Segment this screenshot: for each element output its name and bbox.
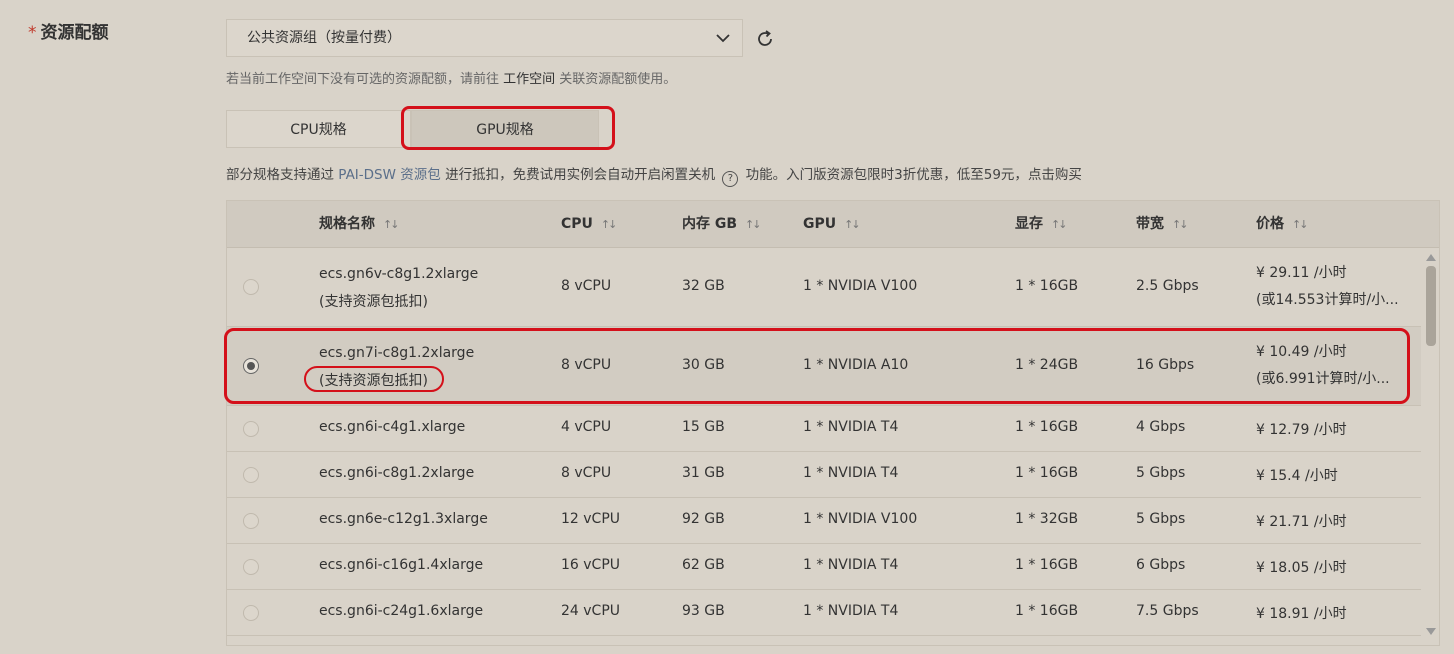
hint-text-before: 若当前工作空间下没有可选的资源配额，请前往 xyxy=(226,72,504,87)
cpu-value: 24 vCPU xyxy=(561,603,621,619)
header-price[interactable]: 价格 ↑↓ xyxy=(1256,201,1309,247)
header-spec-name[interactable]: 规格名称 ↑↓ xyxy=(319,201,400,247)
cpu-value: 16 vCPU xyxy=(561,557,621,573)
note-text-3: 功能。入门版资源包限时3折优惠，低至59元， xyxy=(741,167,1028,183)
table-row[interactable]: ecs.gn6i-c8g1.2xlarge 8 vCPU 31 GB 1 * N… xyxy=(227,452,1421,498)
spec-name: ecs.gn6v-c8g1.2xlarge xyxy=(319,266,479,282)
mem-value: 15 GB xyxy=(682,419,725,435)
gpu-tab-highlight-box xyxy=(401,106,615,150)
cpu-value: 8 vCPU xyxy=(561,278,612,294)
bandwidth-value: 6 Gbps xyxy=(1136,557,1186,573)
spec-sub: (支持资源包抵扣) xyxy=(319,294,428,310)
row-radio[interactable] xyxy=(243,279,259,295)
sort-icon[interactable]: ↑↓ xyxy=(745,218,762,231)
spec-name: ecs.gn6i-c8g1.2xlarge xyxy=(319,465,475,481)
mem-value: 32 GB xyxy=(682,278,725,294)
row-radio[interactable] xyxy=(243,421,259,437)
price-value: ¥ 12.79 /小时 xyxy=(1256,422,1347,438)
vram-value: 1 * 16GB xyxy=(1015,603,1079,619)
tab-cpu-spec[interactable]: CPU规格 xyxy=(226,110,411,148)
refresh-icon[interactable] xyxy=(754,28,776,50)
sort-icon[interactable]: ↑↓ xyxy=(844,218,861,231)
row-radio[interactable] xyxy=(243,467,259,483)
scroll-up-arrow-icon[interactable] xyxy=(1426,254,1436,261)
price-value: ¥ 15.4 /小时 xyxy=(1256,468,1338,484)
mem-value: 62 GB xyxy=(682,557,725,573)
gpu-value: 1 * NVIDIA T4 xyxy=(803,603,899,619)
bandwidth-value: 7.5 Gbps xyxy=(1136,603,1199,619)
table-row[interactable]: ecs.gn6i-c24g1.6xlarge 24 vCPU 93 GB 1 *… xyxy=(227,590,1421,636)
sort-icon[interactable]: ↑↓ xyxy=(1292,218,1309,231)
spec-note: 部分规格支持通过 PAI-DSW 资源包 进行抵扣，免费试用实例会自动开启闲置关… xyxy=(226,163,1082,187)
spec-name: ecs.gn6i-c16g1.4xlarge xyxy=(319,557,484,573)
resource-quota-label: * 资源配额 xyxy=(28,18,109,43)
resource-pack-support-highlight-oval xyxy=(304,366,444,392)
gpu-value: 1 * NVIDIA T4 xyxy=(803,465,899,481)
hint-text-after: 关联资源配额使用。 xyxy=(555,72,677,87)
price-value: ¥ 18.05 /小时 xyxy=(1256,560,1347,576)
mem-value: 31 GB xyxy=(682,465,725,481)
bandwidth-value: 4 Gbps xyxy=(1136,419,1186,435)
table-header: 规格名称 ↑↓ CPU ↑↓ 内存 GB ↑↓ GPU ↑↓ 显存 ↑↓ 带宽 ↑↓ 价格 ↑… xyxy=(227,201,1439,248)
table-scrollbar[interactable] xyxy=(1424,248,1438,640)
price-value: ¥ 21.71 /小时 xyxy=(1256,514,1347,530)
gpu-value: 1 * NVIDIA T4 xyxy=(803,557,899,573)
row-radio[interactable] xyxy=(243,605,259,621)
row-radio[interactable] xyxy=(243,559,259,575)
cpu-value: 8 vCPU xyxy=(561,465,612,481)
gpu-value: 1 * NVIDIA V100 xyxy=(803,511,918,527)
spec-table: 规格名称 ↑↓ CPU ↑↓ 内存 GB ↑↓ GPU ↑↓ 显存 ↑↓ 带宽 ↑↓ 价格 ↑… xyxy=(226,200,1440,646)
select-value: 公共资源组（按量付费） xyxy=(247,30,401,46)
gpu-value: 1 * NVIDIA V100 xyxy=(803,278,918,294)
quota-hint: 若当前工作空间下没有可选的资源配额，请前往 工作空间 关联资源配额使用。 xyxy=(226,68,676,87)
spec-name: ecs.gn6e-c12g1.3xlarge xyxy=(319,511,488,527)
table-row[interactable]: ecs.gn6i-c16g1.4xlarge 16 vCPU 62 GB 1 *… xyxy=(227,544,1421,590)
sort-icon[interactable]: ↑↓ xyxy=(601,218,618,231)
row-radio[interactable] xyxy=(243,513,259,529)
sort-icon[interactable]: ↑↓ xyxy=(1172,218,1189,231)
resource-group-select[interactable]: 公共资源组（按量付费） xyxy=(226,19,743,57)
price-value: ¥ 29.11 /小时 xyxy=(1256,265,1347,281)
vram-value: 1 * 16GB xyxy=(1015,278,1079,294)
scroll-down-arrow-icon[interactable] xyxy=(1426,628,1436,635)
required-mark: * xyxy=(28,23,37,43)
vram-value: 1 * 16GB xyxy=(1015,465,1079,481)
table-row[interactable]: ecs.gn6v-c8g1.2xlarge (支持资源包抵扣) 8 vCPU 3… xyxy=(227,248,1421,327)
price-sub: (或14.553计算时/小... xyxy=(1256,292,1399,308)
scroll-thumb[interactable] xyxy=(1426,266,1436,346)
vram-value: 1 * 16GB xyxy=(1015,419,1079,435)
chevron-down-icon xyxy=(716,34,730,43)
table-row[interactable]: ecs.gn6e-c12g1.3xlarge 12 vCPU 92 GB 1 *… xyxy=(227,498,1421,544)
price-value: ¥ 18.91 /小时 xyxy=(1256,606,1347,622)
bandwidth-value: 5 Gbps xyxy=(1136,465,1186,481)
bandwidth-value: 2.5 Gbps xyxy=(1136,278,1199,294)
workspace-link[interactable]: 工作空间 xyxy=(503,72,555,87)
field-label: 资源配额 xyxy=(40,23,109,43)
header-bandwidth[interactable]: 带宽 ↑↓ xyxy=(1136,201,1189,247)
vram-value: 1 * 32GB xyxy=(1015,511,1079,527)
header-cpu[interactable]: CPU ↑↓ xyxy=(561,201,618,247)
header-gpu[interactable]: GPU ↑↓ xyxy=(803,201,861,247)
spec-name: ecs.gn6i-c4g1.xlarge xyxy=(319,419,466,435)
note-text-2: 进行抵扣，免费试用实例会自动开启闲置关机 xyxy=(440,167,720,183)
cpu-value: 4 vCPU xyxy=(561,419,612,435)
mem-value: 93 GB xyxy=(682,603,725,619)
help-icon[interactable]: ? xyxy=(722,171,739,187)
header-vram[interactable]: 显存 ↑↓ xyxy=(1015,201,1068,247)
header-memory[interactable]: 内存 GB ↑↓ xyxy=(682,201,762,247)
resource-pack-link[interactable]: PAI-DSW 资源包 xyxy=(338,167,440,183)
sort-icon[interactable]: ↑↓ xyxy=(1051,218,1068,231)
spec-name: ecs.gn6i-c24g1.6xlarge xyxy=(319,603,484,619)
note-text-1: 部分规格支持通过 xyxy=(226,167,339,183)
gpu-value: 1 * NVIDIA T4 xyxy=(803,419,899,435)
bandwidth-value: 5 Gbps xyxy=(1136,511,1186,527)
table-row[interactable]: ecs.gn6i-c4g1.xlarge 4 vCPU 15 GB 1 * NV… xyxy=(227,406,1421,452)
vram-value: 1 * 16GB xyxy=(1015,557,1079,573)
mem-value: 92 GB xyxy=(682,511,725,527)
buy-link[interactable]: 点击购买 xyxy=(1028,167,1082,183)
cpu-value: 12 vCPU xyxy=(561,511,621,527)
sort-icon[interactable]: ↑↓ xyxy=(383,218,400,231)
